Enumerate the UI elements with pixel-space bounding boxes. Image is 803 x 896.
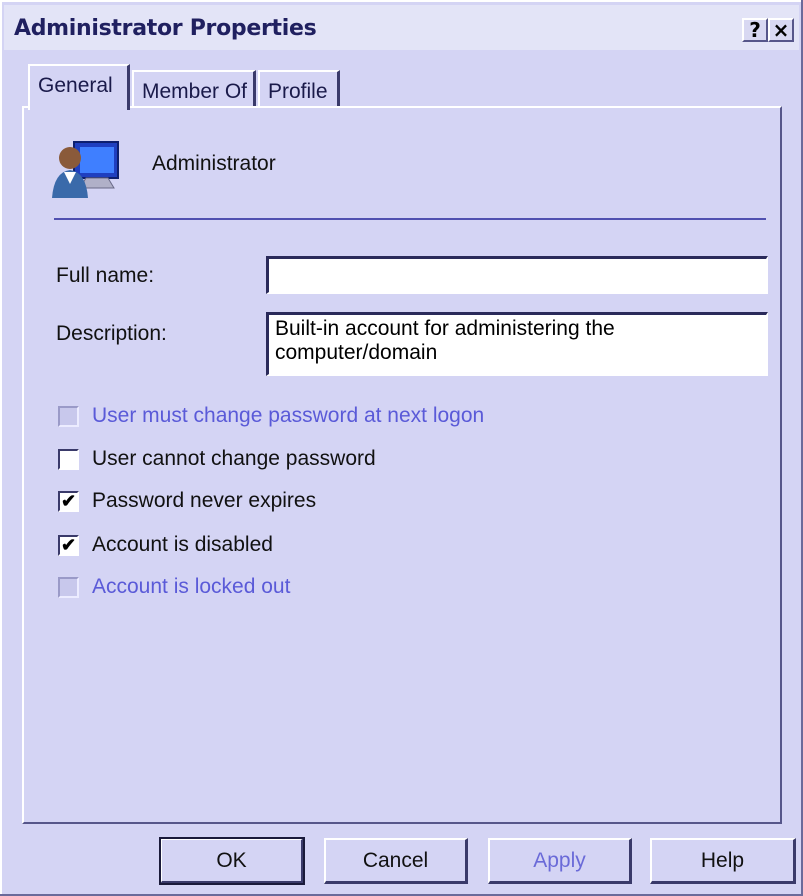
checkmark-icon[interactable]: ✔ xyxy=(58,535,79,556)
checkmark-icon[interactable]: ✔ xyxy=(58,491,79,512)
general-tab-panel: Administrator Full name: Description: Bu… xyxy=(22,106,782,824)
separator xyxy=(54,218,766,220)
tab-profile[interactable]: Profile xyxy=(258,70,340,108)
ok-button[interactable]: OK xyxy=(159,837,305,885)
checkbox-box[interactable] xyxy=(58,406,79,427)
full-name-label: Full name: xyxy=(56,264,155,287)
checkbox-label: User must change password at next logon xyxy=(92,404,485,427)
checkbox-label: Password never expires xyxy=(92,489,317,512)
close-icon[interactable]: × xyxy=(768,18,794,42)
checkbox-box[interactable] xyxy=(58,449,79,470)
tab-general[interactable]: General xyxy=(28,64,130,110)
checkbox-label: Account is locked out xyxy=(92,575,291,598)
apply-button[interactable]: Apply xyxy=(488,838,632,884)
checkbox-label: Account is disabled xyxy=(92,533,273,556)
window-title: Administrator Properties xyxy=(14,16,317,41)
full-name-field[interactable] xyxy=(266,256,768,294)
cancel-button[interactable]: Cancel xyxy=(324,838,468,884)
tab-member-of[interactable]: Member Of xyxy=(132,70,256,108)
user-name: Administrator xyxy=(152,152,276,175)
description-label: Description: xyxy=(56,322,167,345)
properties-dialog: Administrator Properties ? × General Mem… xyxy=(0,0,803,896)
help-button[interactable]: Help xyxy=(650,838,796,884)
checkbox-label: User cannot change password xyxy=(92,447,376,470)
checkbox-box[interactable] xyxy=(58,577,79,598)
user-computer-icon xyxy=(52,141,119,198)
help-question-icon[interactable]: ? xyxy=(742,18,768,42)
description-field[interactable]: Built-in account for administering the c… xyxy=(266,312,768,376)
title-bar[interactable]: Administrator Properties ? × xyxy=(4,5,799,50)
